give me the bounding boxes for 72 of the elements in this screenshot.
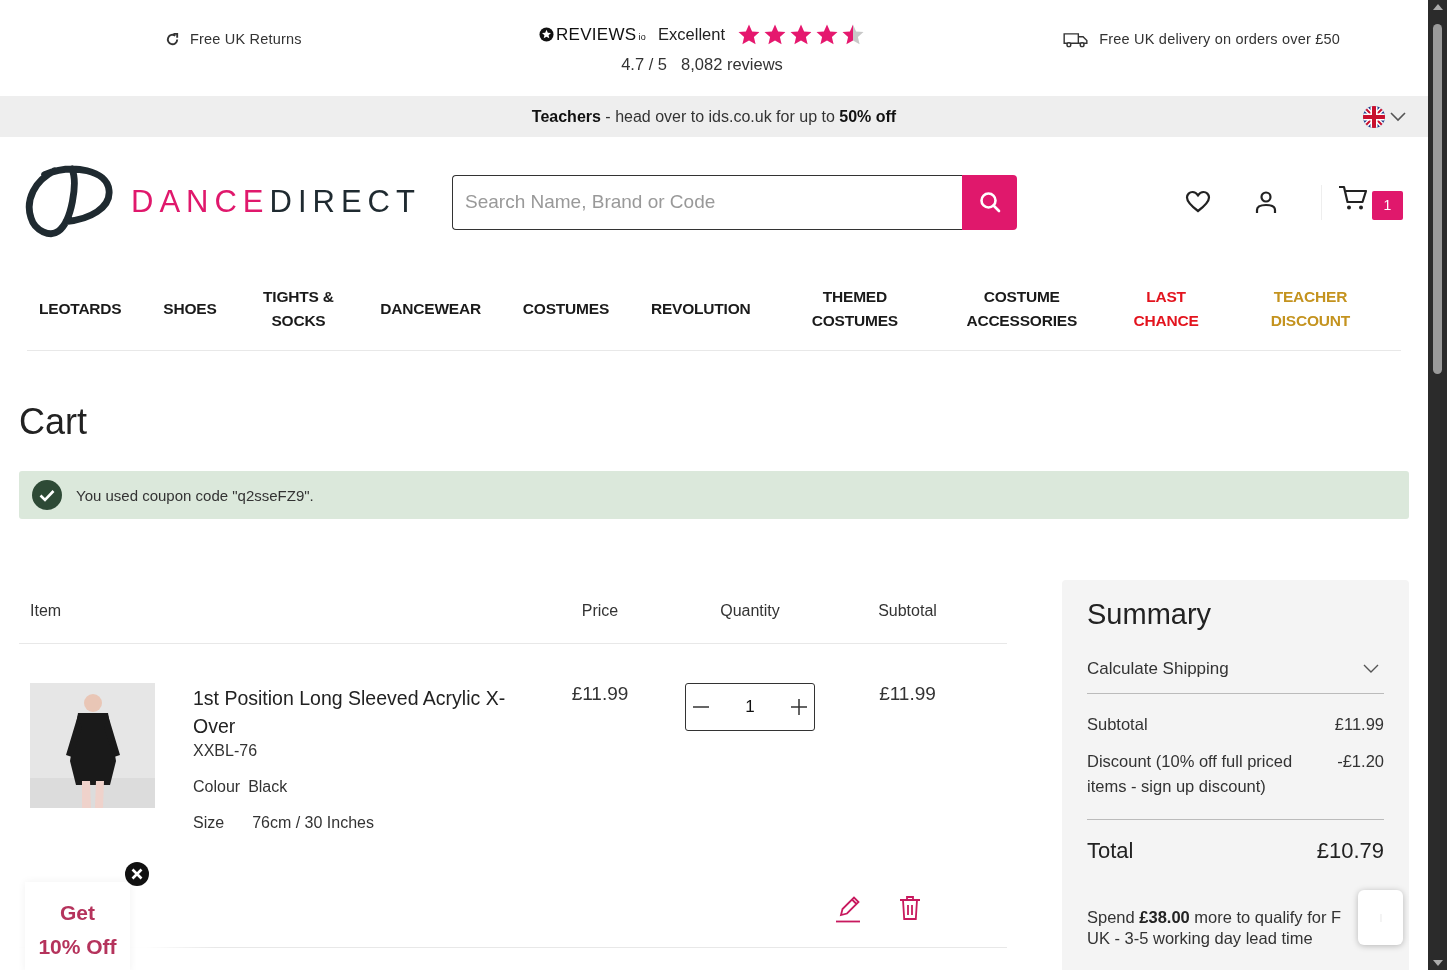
search-button[interactable]	[962, 174, 1017, 230]
rating-score: 4.7 / 5	[621, 54, 668, 74]
chevron-down-icon	[1363, 664, 1379, 674]
column-header: Price	[580, 602, 620, 620]
summary-title: Summary	[1087, 598, 1213, 631]
total-value: £10.79	[1316, 838, 1384, 864]
heart-icon	[1185, 190, 1211, 214]
subtotal-text: £11.99	[879, 683, 936, 705]
returns-text: Free UK Returns	[190, 31, 302, 47]
product-name[interactable]: 1st Position Long Sleeved Acrylic X-Over	[193, 684, 513, 740]
column-header: Quantity	[719, 602, 781, 620]
quantity-stepper[interactable]: 1	[685, 683, 815, 731]
truck-icon	[1062, 30, 1090, 48]
lead-time-text: UK - 3-5 working day lead time	[1087, 929, 1314, 948]
plus-icon	[790, 698, 808, 716]
total-label: Total	[1087, 838, 1134, 864]
close-button[interactable]	[125, 862, 149, 886]
option-label: Size	[193, 814, 225, 832]
chevron-down-icon	[1390, 112, 1406, 122]
check-circle-icon	[32, 480, 62, 510]
refresh-icon	[165, 31, 180, 47]
delivery-text: Free UK delivery on orders over £50	[1099, 31, 1340, 47]
rating-text: Excellent	[658, 25, 726, 44]
trash-icon	[898, 895, 921, 921]
reviews-logo[interactable]: REVIEWS io	[539, 24, 647, 45]
column-header: Subtotal	[877, 602, 938, 620]
language-selector[interactable]	[1362, 105, 1406, 129]
increase-button[interactable]	[790, 698, 808, 716]
quantity-value: 1	[745, 697, 755, 717]
nav-link[interactable]: DANCEWEAR	[380, 296, 481, 321]
cart-count-badge: 1	[1372, 190, 1403, 220]
option-value: Black	[248, 778, 288, 796]
star-icon	[539, 27, 554, 42]
option-label: Colour	[193, 778, 241, 796]
flag-icon	[1362, 105, 1386, 129]
person-icon	[1255, 190, 1277, 214]
summary-label: Subtotal	[1087, 714, 1149, 735]
logo[interactable]: DANCE DIRECT	[25, 161, 452, 243]
summary-value: -£1.20	[1337, 751, 1384, 772]
nav-link[interactable]: TIGHTS & SOCKS	[258, 284, 339, 333]
wishlist-button[interactable]	[1185, 190, 1211, 214]
cart-icon	[1338, 184, 1368, 211]
minus-icon	[692, 706, 710, 708]
discount-popup[interactable]: Get 10% Off	[25, 882, 130, 970]
nav-link[interactable]: COSTUME ACCESSORIES	[959, 284, 1085, 333]
shipping-toggle[interactable]: Calculate Shipping	[1087, 659, 1384, 694]
nav-link[interactable]: REVOLUTION	[650, 296, 751, 321]
column-header: Item	[29, 602, 63, 620]
scrollbar[interactable]	[1428, 0, 1447, 970]
cart-button[interactable]: 1	[1321, 184, 1403, 220]
free-delivery-text: Spend £38.00 more to qualify for F	[1087, 908, 1342, 927]
notice-text: You used coupon code "q2sseFZ9".	[76, 486, 314, 504]
summary-value: £11.99	[1334, 714, 1384, 735]
nav-link[interactable]: COSTUMES	[522, 296, 610, 321]
nav-link[interactable]: LAST CHANCE	[1126, 284, 1207, 333]
nav-link[interactable]: THEMED COSTUMES	[792, 284, 918, 333]
delete-button[interactable]	[898, 895, 921, 923]
search-field[interactable]: Search Name, Brand or Code	[452, 174, 962, 230]
option-value: 76cm / 30 Inches	[252, 814, 374, 832]
pencil-icon	[834, 895, 861, 923]
summary-label: Discount (10% off full priced items - sign up discount)	[1087, 751, 1294, 797]
edit-button[interactable]	[834, 895, 861, 923]
review-count[interactable]: 8,082 reviews	[681, 54, 783, 74]
nav-link[interactable]: LEOTARDS	[39, 296, 122, 321]
price-text: £11.99	[570, 683, 630, 706]
promo-text: Teachers - head over to ids.co.uk for up to 50% off	[531, 107, 897, 126]
account-button[interactable]	[1255, 190, 1277, 214]
page-title: Cart	[19, 401, 88, 443]
close-icon	[125, 862, 149, 886]
search-icon	[977, 190, 1002, 214]
product-code: XXBL-76	[193, 742, 259, 760]
nav-link[interactable]: SHOES	[163, 296, 217, 321]
